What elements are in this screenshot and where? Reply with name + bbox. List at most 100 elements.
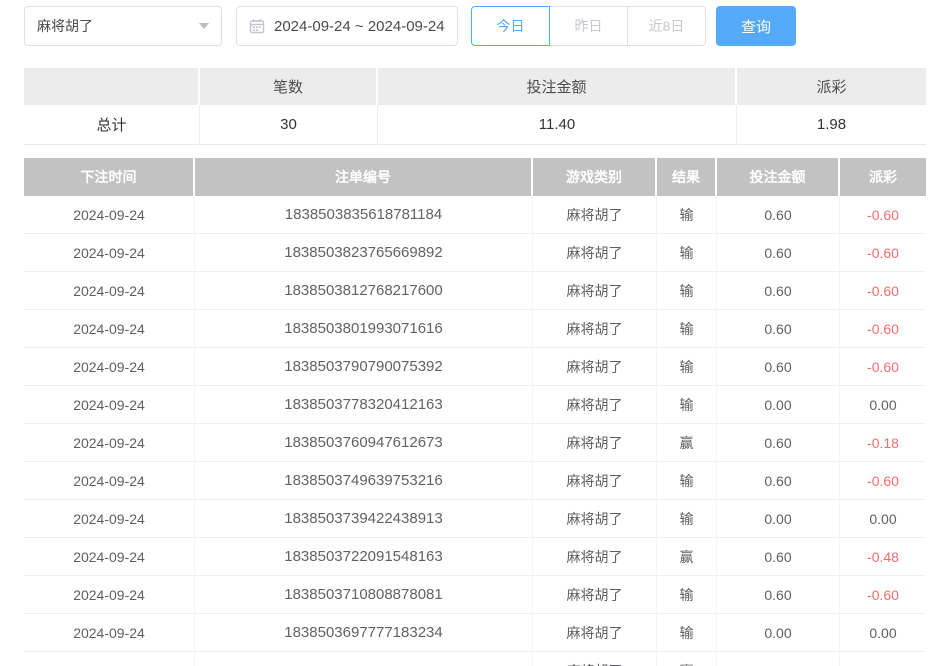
- summary-total-payout: 1.98: [737, 105, 926, 145]
- cell-payout: -0.60: [840, 348, 926, 386]
- cell-bet-time: 2024-09-24: [24, 348, 195, 386]
- game-select-value: 麻将胡了: [37, 16, 93, 36]
- col-header-result: 结果: [657, 158, 717, 196]
- cell-bet-id: 1838503739422438913: [195, 500, 533, 538]
- summary-header-blank: [24, 68, 200, 105]
- quick-range-group: 今日 昨日 近8日: [471, 6, 706, 46]
- col-header-bet-id: 注单编号: [195, 158, 533, 196]
- cell-result: 赢: [657, 424, 717, 462]
- quick-range-last8days[interactable]: 近8日: [627, 6, 706, 46]
- cell-game-type: 麻将胡了: [533, 272, 657, 310]
- cell-payout: 0.00: [840, 386, 926, 424]
- cell-bet-time: 2024-09-24: [24, 500, 195, 538]
- cell-bet-id: 1838503778320412163: [195, 386, 533, 424]
- col-header-bet-time: 下注时间: [24, 158, 195, 196]
- cell-bet-id: 1838503697777183234: [195, 614, 533, 652]
- col-header-game-type: 游戏类别: [533, 158, 657, 196]
- cell-payout: -0.60: [840, 272, 926, 310]
- cell-bet-id: 1838503812768217600: [195, 272, 533, 310]
- cell-result: 输: [657, 576, 717, 614]
- cell-bet-id: [195, 652, 533, 666]
- cell-bet-amount: 0.60: [717, 576, 840, 614]
- betting-records-page: 麻将胡了 2024-09-24 ~ 2024-09-24: [0, 0, 950, 666]
- query-button[interactable]: 查询: [716, 6, 796, 46]
- cell-bet-amount: 0.00: [717, 386, 840, 424]
- cell-payout: 0.00: [840, 500, 926, 538]
- cell-payout: -0.60: [840, 576, 926, 614]
- cell-result: 输: [657, 234, 717, 272]
- summary-total-row: 总计 30 11.40 1.98: [24, 105, 926, 145]
- table-row: 2024-09-241838503790790075392麻将胡了输0.60-0…: [24, 348, 926, 386]
- cell-game-type: 麻将胡了: [533, 652, 657, 666]
- cell-bet-amount: 0.60: [717, 424, 840, 462]
- date-range-value: 2024-09-24 ~ 2024-09-24: [274, 18, 445, 35]
- col-header-bet-amount: 投注金额: [717, 158, 840, 196]
- quick-range-today[interactable]: 今日: [471, 6, 550, 46]
- summary-total-count: 30: [200, 105, 378, 145]
- calendar-icon: [249, 18, 265, 34]
- cell-payout: -0.18: [840, 424, 926, 462]
- cell-result: 输: [657, 614, 717, 652]
- col-header-payout: 派彩: [840, 158, 926, 196]
- quick-range-yesterday[interactable]: 昨日: [549, 6, 628, 46]
- summary-total-label: 总计: [24, 105, 200, 145]
- cell-bet-amount: 0.60: [717, 234, 840, 272]
- cell-result: 输: [657, 462, 717, 500]
- cell-payout: -0.60: [840, 310, 926, 348]
- cell-result: 输: [657, 310, 717, 348]
- cell-game-type: 麻将胡了: [533, 386, 657, 424]
- cell-game-type: 麻将胡了: [533, 234, 657, 272]
- game-select[interactable]: 麻将胡了: [24, 6, 222, 46]
- chevron-down-icon: [199, 23, 209, 29]
- cell-bet-amount: 0.00: [717, 500, 840, 538]
- cell-game-type: 麻将胡了: [533, 424, 657, 462]
- filter-toolbar: 麻将胡了 2024-09-24 ~ 2024-09-24: [24, 6, 926, 46]
- cell-bet-time: 2024-09-24: [24, 234, 195, 272]
- cell-bet-amount: 0.60: [717, 272, 840, 310]
- cell-payout: -0.60: [840, 196, 926, 234]
- summary-header-payout: 派彩: [737, 68, 926, 105]
- records-table: 下注时间 注单编号 游戏类别 结果 投注金额 派彩 2024-09-241838…: [24, 158, 926, 666]
- cell-bet-id: 1838503722091548163: [195, 538, 533, 576]
- table-row: 2024-09-241838503778320412163麻将胡了输0.000.…: [24, 386, 926, 424]
- cell-result: 赢: [657, 538, 717, 576]
- table-row: 2024-09-241838503760947612673麻将胡了赢0.60-0…: [24, 424, 926, 462]
- cell-game-type: 麻将胡了: [533, 500, 657, 538]
- cell-bet-amount: 0.60: [717, 196, 840, 234]
- cell-result: 赢: [657, 652, 717, 666]
- cell-game-type: 麻将胡了: [533, 576, 657, 614]
- cell-game-type: 麻将胡了: [533, 462, 657, 500]
- cell-game-type: 麻将胡了: [533, 538, 657, 576]
- cell-bet-time: 2024-09-24: [24, 386, 195, 424]
- date-range-picker[interactable]: 2024-09-24 ~ 2024-09-24: [236, 6, 458, 46]
- cell-bet-amount: 0.60: [717, 348, 840, 386]
- cell-result: 输: [657, 500, 717, 538]
- cell-game-type: 麻将胡了: [533, 196, 657, 234]
- table-row: 2024-09-241838503749639753216麻将胡了输0.60-0…: [24, 462, 926, 500]
- cell-payout: [840, 652, 926, 666]
- cell-bet-time: 2024-09-24: [24, 576, 195, 614]
- cell-payout: -0.60: [840, 234, 926, 272]
- table-row: 2024-09-241838503697777183234麻将胡了输0.000.…: [24, 614, 926, 652]
- cell-bet-amount: 0.60: [717, 538, 840, 576]
- cell-bet-id: 1838503710808878081: [195, 576, 533, 614]
- table-row: 2024-09-241838503812768217600麻将胡了输0.60-0…: [24, 272, 926, 310]
- table-row: 麻将胡了赢: [24, 652, 926, 666]
- summary-header-row: 笔数 投注金额 派彩: [24, 68, 926, 105]
- cell-payout: 0.00: [840, 614, 926, 652]
- cell-bet-time: 2024-09-24: [24, 614, 195, 652]
- table-row: 2024-09-241838503739422438913麻将胡了输0.000.…: [24, 500, 926, 538]
- cell-bet-time: 2024-09-24: [24, 310, 195, 348]
- table-row: 2024-09-241838503722091548163麻将胡了赢0.60-0…: [24, 538, 926, 576]
- summary-header-count: 笔数: [200, 68, 378, 105]
- summary-total-bet-amount: 11.40: [378, 105, 737, 145]
- table-row: 2024-09-241838503835618781184麻将胡了输0.60-0…: [24, 196, 926, 234]
- cell-game-type: 麻将胡了: [533, 348, 657, 386]
- cell-bet-id: 1838503790790075392: [195, 348, 533, 386]
- cell-bet-amount: 0.00: [717, 614, 840, 652]
- cell-result: 输: [657, 348, 717, 386]
- cell-bet-time: 2024-09-24: [24, 462, 195, 500]
- cell-game-type: 麻将胡了: [533, 310, 657, 348]
- records-body: 2024-09-241838503835618781184麻将胡了输0.60-0…: [24, 196, 926, 666]
- cell-bet-id: 1838503749639753216: [195, 462, 533, 500]
